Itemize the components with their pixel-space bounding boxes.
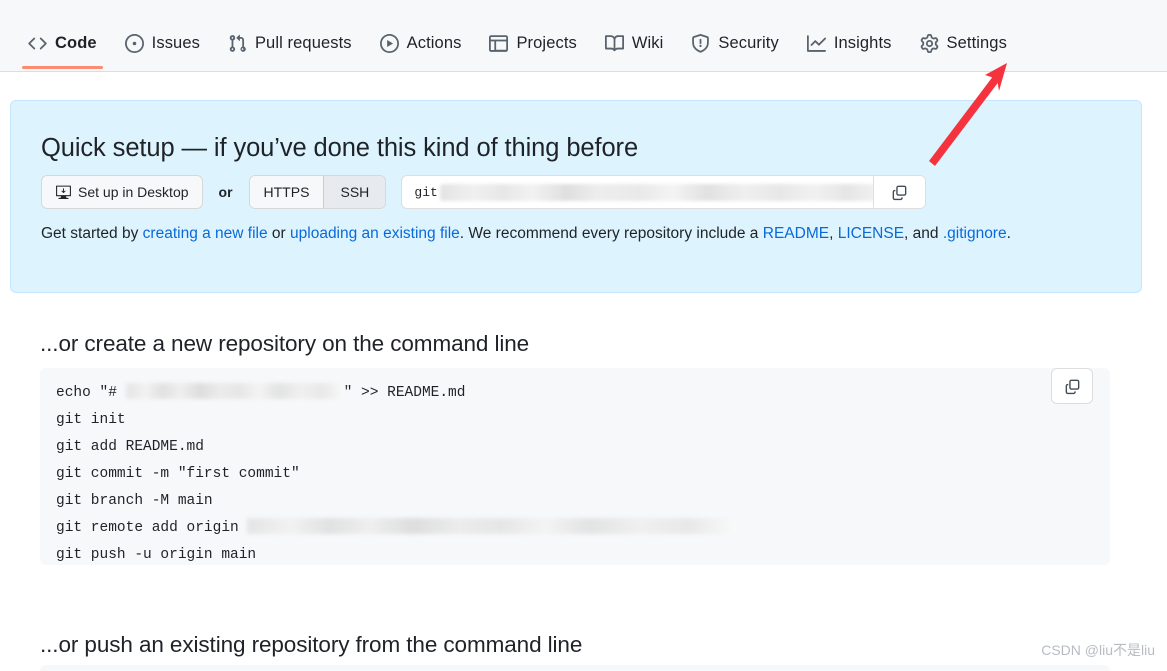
clone-url-prefix: git	[414, 184, 438, 200]
nav-tab-label: Wiki	[631, 33, 664, 52]
copy-create-repo-commands-button[interactable]	[1051, 368, 1093, 404]
book-icon	[604, 34, 624, 53]
code-line-text: git remote add origin	[56, 520, 248, 536]
create-repo-code-lines: echo "# " >> README.md git init git add RE…	[56, 380, 738, 569]
gear-icon	[920, 33, 939, 53]
nav-tab-active-underline	[222, 66, 358, 69]
license-link[interactable]: LICENSE	[838, 225, 904, 242]
nav-tab-label: Actions	[406, 33, 462, 52]
shield-icon	[691, 33, 710, 53]
nav-tab-pull-requests[interactable]: Pull requests	[214, 18, 366, 68]
nav-tab-issues[interactable]: Issues	[111, 18, 214, 68]
code-line-text: echo "#	[56, 385, 126, 401]
nav-tab-wiki[interactable]: Wiki	[591, 18, 678, 68]
copy-icon	[891, 184, 908, 201]
nav-tab-active-underline	[22, 66, 103, 69]
protocol-button-https[interactable]: HTTPS	[249, 176, 324, 208]
readme-link[interactable]: README	[763, 225, 829, 242]
nav-tab-label: Insights	[833, 33, 892, 52]
or-label: or	[218, 184, 233, 200]
nav-tab-active-underline	[483, 66, 582, 69]
code-line-text: git init	[56, 412, 126, 428]
protocol-toggle-group: HTTPS SSH	[248, 175, 387, 209]
repo-nav-bar: Code Issues Pull requests Actions Projects Wi…	[0, 0, 1167, 72]
code-line-text-suffix: " >> README.md	[343, 385, 466, 401]
nav-tab-label: Pull requests	[254, 33, 352, 52]
gitignore-link[interactable]: .gitignore	[943, 225, 1007, 242]
table-icon	[489, 34, 509, 53]
code-line-text: git commit -m "first commit"	[56, 466, 300, 482]
code-line: git remote add origin	[56, 515, 738, 542]
desc-mid1: or	[267, 225, 291, 242]
nav-tab-settings[interactable]: Settings	[906, 18, 1021, 68]
play-icon	[379, 33, 399, 53]
clone-url-redacted-value	[439, 183, 926, 201]
protocol-button-ssh[interactable]: SSH	[323, 176, 386, 208]
create-repo-code-block: echo "# " >> README.md git init git add RE…	[40, 368, 1110, 565]
code-line: git branch -M main	[56, 488, 737, 515]
desc-mid2: . We recommend every repository include …	[459, 225, 763, 242]
code-line-text: git add README.md	[56, 439, 204, 455]
code-line-text: git branch -M main	[56, 493, 213, 509]
copy-clone-url-button[interactable]	[873, 176, 926, 208]
create-new-file-link[interactable]: creating a new file	[143, 225, 268, 242]
copy-icon	[1064, 378, 1081, 395]
push-existing-code-block	[40, 665, 1110, 671]
nav-tab-label: Issues	[151, 33, 200, 52]
quick-setup-actions-row: Set up in Desktop or HTTPS SSH git	[41, 175, 927, 209]
desc-mid4: , and	[904, 225, 943, 242]
graph-icon	[806, 34, 826, 53]
csdn-watermark: CSDN @liu不是liu	[1041, 642, 1155, 658]
create-repo-section-title: ...or create a new repository on the com…	[40, 331, 530, 356]
code-line: git push -u origin main	[56, 542, 737, 569]
nav-tab-security[interactable]: Security	[677, 18, 792, 68]
nav-tab-label: Projects	[516, 33, 577, 52]
desktop-download-icon	[55, 184, 72, 201]
nav-tab-active-underline	[801, 66, 898, 69]
code-line: git init	[56, 407, 737, 434]
desc-prefix: Get started by	[41, 225, 143, 242]
code-line: echo "# " >> README.md	[56, 380, 737, 407]
nav-tab-code[interactable]: Code	[14, 18, 111, 69]
nav-tab-label: Code	[55, 33, 97, 52]
upload-existing-file-link[interactable]: uploading an existing file	[290, 225, 460, 242]
repo-nav-items: Code Issues Pull requests Actions Projects Wi…	[14, 0, 1021, 72]
nav-tab-actions[interactable]: Actions	[366, 18, 476, 68]
code-line: git commit -m "first commit"	[56, 461, 737, 488]
clone-url-field[interactable]: git	[401, 175, 927, 209]
nav-tab-label: Security	[718, 33, 779, 52]
nav-tab-active-underline	[914, 66, 1013, 69]
issue-opened-icon	[124, 33, 144, 53]
code-redacted-value	[247, 518, 738, 534]
git-pull-request-icon	[228, 34, 247, 53]
push-existing-section-title: ...or push an existing repository from t…	[40, 632, 583, 657]
code-line: git add README.md	[56, 434, 737, 461]
nav-tab-active-underline	[119, 66, 206, 69]
nav-tab-label: Settings	[946, 33, 1007, 52]
quick-setup-description: Get started by creating a new file or up…	[41, 221, 1106, 247]
code-redacted-value	[125, 383, 344, 399]
github-repo-quick-setup-page: Code Issues Pull requests Actions Projects Wi…	[0, 0, 1167, 671]
quick-setup-panel: Quick setup — if you’ve done this kind o…	[10, 100, 1142, 293]
desc-mid3: ,	[829, 225, 838, 242]
set-up-in-desktop-label: Set up in Desktop	[78, 184, 189, 200]
code-line-text: git push -u origin main	[56, 547, 257, 563]
nav-tab-active-underline	[685, 66, 784, 69]
desc-suffix: .	[1006, 225, 1011, 242]
nav-tab-insights[interactable]: Insights	[793, 18, 906, 68]
nav-tab-active-underline	[374, 66, 468, 69]
nav-tab-active-underline	[599, 66, 670, 69]
nav-tab-projects[interactable]: Projects	[475, 18, 590, 68]
quick-setup-title: Quick setup — if you’ve done this kind o…	[41, 134, 639, 162]
code-icon	[28, 34, 47, 53]
set-up-in-desktop-button[interactable]: Set up in Desktop	[41, 175, 203, 209]
